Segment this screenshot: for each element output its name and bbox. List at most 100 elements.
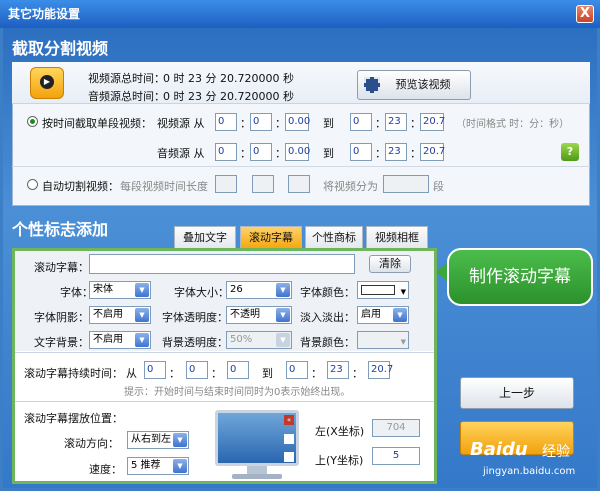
callout-make-scroll-subtitle: 制作滚动字幕 (447, 248, 593, 306)
window-title: 其它功能设置 (8, 7, 81, 21)
previous-step-button[interactable]: 上一步 (460, 377, 574, 409)
split-into-label: 将视频分为 (323, 180, 378, 193)
scroll-text-label: 滚动字幕： (34, 261, 89, 274)
duration-from-label: 从 (126, 367, 137, 380)
audio-to-hour[interactable]: 0 (350, 143, 372, 161)
top-y-label: 上(Y坐标) (315, 454, 364, 467)
help-icon[interactable]: ? (561, 143, 579, 161)
audio-total-value: 0 时 23 分 20.720000 秒 (163, 90, 294, 103)
shadow-label: 字体阴影： (34, 311, 89, 324)
shadow-value: 不启用 (93, 309, 123, 320)
audio-to-min[interactable]: 23 (385, 143, 407, 161)
pos-marker-bottom-right[interactable] (284, 452, 294, 462)
audio-from-min[interactable]: 0 (250, 143, 272, 161)
tab-video-frame[interactable]: 视频相框 (366, 226, 428, 248)
bg-opacity-value: 50% (230, 334, 253, 345)
video-to-sec[interactable]: 20.7 (420, 113, 445, 131)
watermark-brand: Baidu (470, 439, 528, 460)
font-select[interactable]: 宋体 ▼ (89, 281, 151, 299)
tab-overlay-text[interactable]: 叠加文字 (174, 226, 236, 248)
monitor-preview-icon: « (215, 410, 299, 466)
audio-src-label: 音频源 从 (157, 147, 205, 160)
chevron-down-icon: ▼ (135, 283, 149, 297)
duration-to-label: 到 (262, 367, 273, 380)
video-total-label: 视频源总时间： (88, 72, 165, 85)
direction-value: 从右到左 (131, 434, 171, 445)
font-color-picker[interactable]: ▼ (357, 281, 409, 299)
pos-marker-top-right[interactable]: « (284, 415, 294, 425)
scroll-text-input[interactable] (89, 254, 355, 274)
video-file-icon: ▶ (30, 67, 64, 99)
preview-video-label: 预览该视频 (395, 78, 451, 91)
dur-to-hour[interactable]: 0 (286, 361, 308, 379)
text-bg-select[interactable]: 不启用 ▼ (89, 331, 151, 349)
segment-unit-label: 段 (433, 180, 444, 193)
close-button[interactable]: X (576, 5, 594, 23)
left-x-label: 左(X坐标) (315, 425, 365, 438)
preview-video-button[interactable]: 预览该视频 (357, 70, 471, 100)
font-size-select[interactable]: 26 ▼ (226, 281, 292, 299)
video-to-hour[interactable]: 0 (350, 113, 372, 131)
radio-by-time[interactable] (27, 116, 38, 127)
color-swatch (361, 285, 395, 295)
monitor-base (232, 474, 282, 479)
chevron-down-icon: ▼ (135, 308, 149, 322)
chevron-down-icon: ▼ (276, 333, 290, 347)
audio-from-hour[interactable]: 0 (215, 143, 237, 161)
speed-value: 5 推荐 (131, 460, 161, 471)
video-to-min[interactable]: 23 (385, 113, 407, 131)
audio-from-sec[interactable]: 0.00 (285, 143, 310, 161)
opacity-select[interactable]: 不透明 ▼ (226, 306, 292, 324)
section-title-cut-video: 截取分割视频 (12, 39, 109, 58)
pos-marker-middle-right[interactable] (284, 434, 294, 444)
window-title-bar: 其它功能设置 (0, 0, 600, 28)
video-from-sec[interactable]: 0.00 (285, 113, 310, 131)
speed-label: 速度： (89, 463, 122, 476)
video-total-value: 0 时 23 分 20.720000 秒 (163, 72, 294, 85)
seg-len-hour[interactable] (215, 175, 237, 193)
fade-value: 启用 (361, 309, 381, 320)
video-from-hour[interactable]: 0 (215, 113, 237, 131)
left-x-input[interactable]: 704 (372, 419, 420, 437)
duration-label: 滚动字幕持续时间： (24, 367, 123, 380)
to-label: 到 (323, 147, 334, 160)
dur-from-min[interactable]: 0 (186, 361, 208, 379)
opacity-value: 不透明 (230, 309, 260, 320)
dur-to-sec[interactable]: 20.7 (368, 361, 393, 379)
shadow-select[interactable]: 不启用 ▼ (89, 306, 151, 324)
dur-to-min[interactable]: 23 (327, 361, 349, 379)
bg-opacity-select[interactable]: 50% ▼ (226, 331, 292, 349)
bg-color-label: 背景颜色： (300, 336, 355, 349)
audio-to-sec[interactable]: 20.7 (420, 143, 445, 161)
direction-select[interactable]: 从右到左 ▼ (127, 431, 189, 449)
clear-button[interactable]: 清除 (369, 255, 411, 273)
seg-len-sec[interactable] (288, 175, 310, 193)
fade-label: 淡入淡出： (300, 311, 355, 324)
by-time-label: 按时间截取单段视频： (42, 117, 152, 130)
fade-select[interactable]: 启用 ▼ (357, 306, 409, 324)
bg-color-picker[interactable]: ▼ (357, 331, 409, 349)
colon: ： (169, 367, 180, 380)
chevron-down-icon: ▼ (173, 433, 187, 447)
bg-opacity-label: 背景透明度： (162, 336, 228, 349)
divider (12, 166, 590, 167)
monitor-stand (247, 466, 267, 474)
dur-from-hour[interactable]: 0 (144, 361, 166, 379)
segment-count-input[interactable] (383, 175, 429, 193)
opacity-label: 字体透明度： (162, 311, 228, 324)
auto-split-label: 自动切割视频： (42, 180, 119, 193)
radio-auto-split[interactable] (27, 179, 38, 190)
divider (15, 352, 434, 353)
video-from-min[interactable]: 0 (250, 113, 272, 131)
text-bg-value: 不启用 (93, 334, 123, 345)
top-y-input[interactable]: 5 (372, 447, 420, 465)
chevron-down-icon: ▼ (400, 288, 406, 296)
tab-logo[interactable]: 个性商标 (305, 226, 363, 248)
tab-scroll-subtitle[interactable]: 滚动字幕 (240, 226, 302, 248)
text-bg-label: 文字背景： (34, 336, 89, 349)
chevron-down-icon: ▼ (276, 283, 290, 297)
speed-select[interactable]: 5 推荐 ▼ (127, 457, 189, 475)
dur-from-sec[interactable]: 0 (227, 361, 249, 379)
watermark-url: jingyan.baidu.com (483, 466, 576, 477)
seg-len-min[interactable] (252, 175, 274, 193)
